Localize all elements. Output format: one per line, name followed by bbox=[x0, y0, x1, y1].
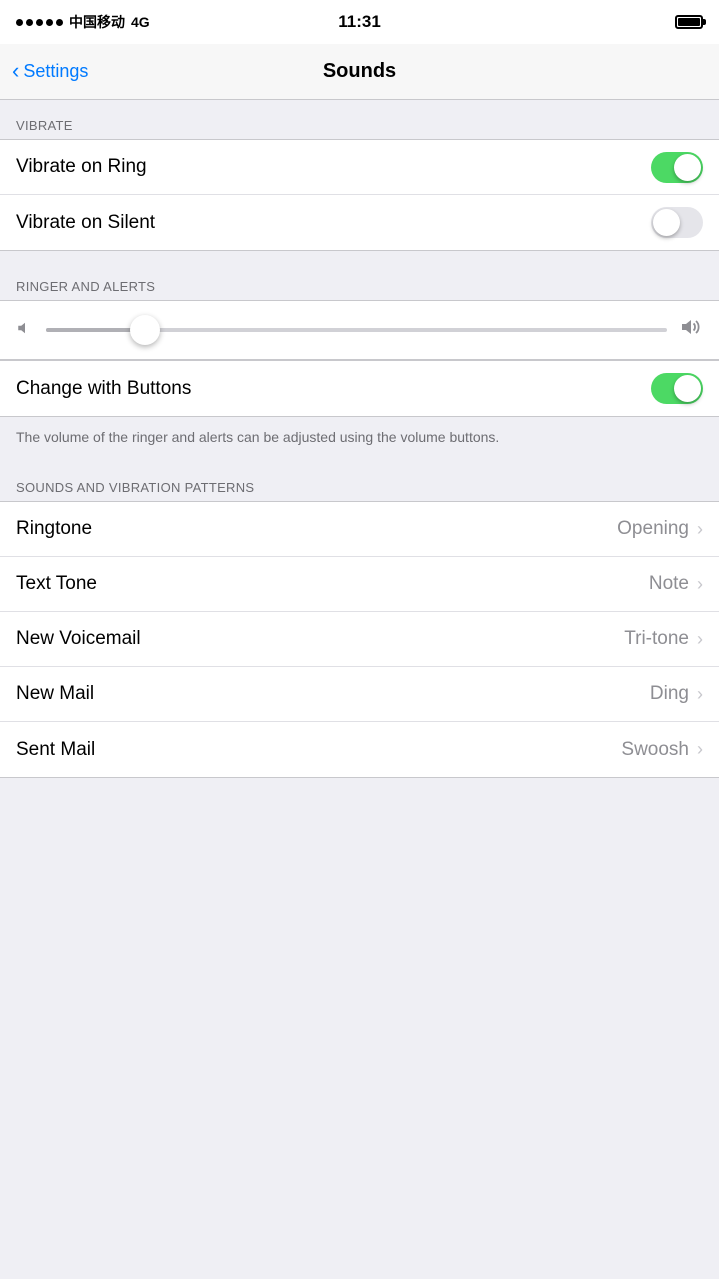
vibrate-on-ring-toggle-thumb bbox=[674, 154, 701, 181]
vibrate-on-ring-label: Vibrate on Ring bbox=[16, 156, 147, 178]
new-voicemail-value: Tri-tone bbox=[624, 628, 689, 650]
ringtone-label: Ringtone bbox=[16, 518, 92, 540]
vibrate-on-ring-row[interactable]: Vibrate on Ring bbox=[0, 140, 719, 195]
ringtone-value: Opening bbox=[617, 518, 689, 540]
status-left: 中国移动 4G bbox=[16, 12, 150, 32]
vibrate-on-silent-row[interactable]: Vibrate on Silent bbox=[0, 195, 719, 250]
signal-dot-5 bbox=[56, 19, 63, 26]
vibrate-on-silent-toggle-thumb bbox=[653, 209, 680, 236]
gap-1 bbox=[0, 251, 719, 261]
new-mail-label: New Mail bbox=[16, 683, 94, 705]
ringer-alerts-header: RINGER AND ALERTS bbox=[0, 261, 719, 300]
text-tone-label: Text Tone bbox=[16, 573, 97, 595]
status-bar: 中国移动 4G 11:31 bbox=[0, 0, 719, 44]
new-voicemail-row[interactable]: New Voicemail Tri-tone › bbox=[0, 612, 719, 667]
vibrate-section-header: VIBRATE bbox=[0, 100, 719, 139]
new-mail-right: Ding › bbox=[650, 683, 703, 705]
text-tone-row[interactable]: Text Tone Note › bbox=[0, 557, 719, 612]
text-tone-value: Note bbox=[649, 573, 689, 595]
new-mail-value: Ding bbox=[650, 683, 689, 705]
battery-icon bbox=[675, 15, 703, 29]
volume-slider-track[interactable] bbox=[46, 328, 667, 332]
ringer-description: The volume of the ringer and alerts can … bbox=[0, 417, 719, 462]
ringtone-right: Opening › bbox=[617, 518, 703, 540]
signal-dot-3 bbox=[36, 19, 43, 26]
change-with-buttons-table: Change with Buttons bbox=[0, 360, 719, 417]
sent-mail-chevron-icon: › bbox=[697, 739, 703, 760]
back-label: Settings bbox=[23, 61, 88, 82]
sent-mail-value: Swoosh bbox=[621, 739, 689, 761]
new-mail-chevron-icon: › bbox=[697, 684, 703, 705]
new-voicemail-chevron-icon: › bbox=[697, 629, 703, 650]
new-voicemail-label: New Voicemail bbox=[16, 628, 141, 650]
signal-dot-1 bbox=[16, 19, 23, 26]
change-with-buttons-toggle[interactable] bbox=[651, 373, 703, 404]
volume-low-icon bbox=[16, 319, 34, 342]
status-right bbox=[675, 15, 703, 29]
ringtone-row[interactable]: Ringtone Opening › bbox=[0, 502, 719, 557]
nav-bar: ‹ Settings Sounds bbox=[0, 44, 719, 100]
carrier-label: 中国移动 bbox=[69, 12, 125, 32]
page-title: Sounds bbox=[323, 60, 396, 83]
new-mail-row[interactable]: New Mail Ding › bbox=[0, 667, 719, 722]
signal-dot-2 bbox=[26, 19, 33, 26]
sent-mail-row[interactable]: Sent Mail Swoosh › bbox=[0, 722, 719, 777]
sent-mail-right: Swoosh › bbox=[621, 739, 703, 761]
change-with-buttons-label: Change with Buttons bbox=[16, 378, 191, 400]
volume-slider-thumb[interactable] bbox=[130, 315, 160, 345]
back-button[interactable]: ‹ Settings bbox=[12, 61, 88, 82]
vibrate-on-silent-toggle[interactable] bbox=[651, 207, 703, 238]
ringtone-chevron-icon: › bbox=[697, 519, 703, 540]
vibrate-on-silent-label: Vibrate on Silent bbox=[16, 212, 155, 234]
sent-mail-label: Sent Mail bbox=[16, 739, 95, 761]
sounds-patterns-table: Ringtone Opening › Text Tone Note › New … bbox=[0, 501, 719, 778]
vibrate-on-ring-toggle[interactable] bbox=[651, 152, 703, 183]
signal-dot-4 bbox=[46, 19, 53, 26]
change-with-buttons-row[interactable]: Change with Buttons bbox=[0, 361, 719, 416]
sounds-patterns-header: SOUNDS AND VIBRATION PATTERNS bbox=[0, 462, 719, 501]
network-label: 4G bbox=[131, 14, 150, 30]
back-chevron-icon: ‹ bbox=[12, 60, 19, 82]
vibrate-table: Vibrate on Ring Vibrate on Silent bbox=[0, 139, 719, 251]
status-time: 11:31 bbox=[338, 12, 381, 32]
battery-fill bbox=[678, 18, 700, 26]
text-tone-right: Note › bbox=[649, 573, 703, 595]
volume-high-icon bbox=[679, 315, 703, 345]
text-tone-chevron-icon: › bbox=[697, 574, 703, 595]
new-voicemail-right: Tri-tone › bbox=[624, 628, 703, 650]
volume-slider-row[interactable] bbox=[0, 300, 719, 360]
signal-dots bbox=[16, 19, 63, 26]
change-with-buttons-toggle-thumb bbox=[674, 375, 701, 402]
